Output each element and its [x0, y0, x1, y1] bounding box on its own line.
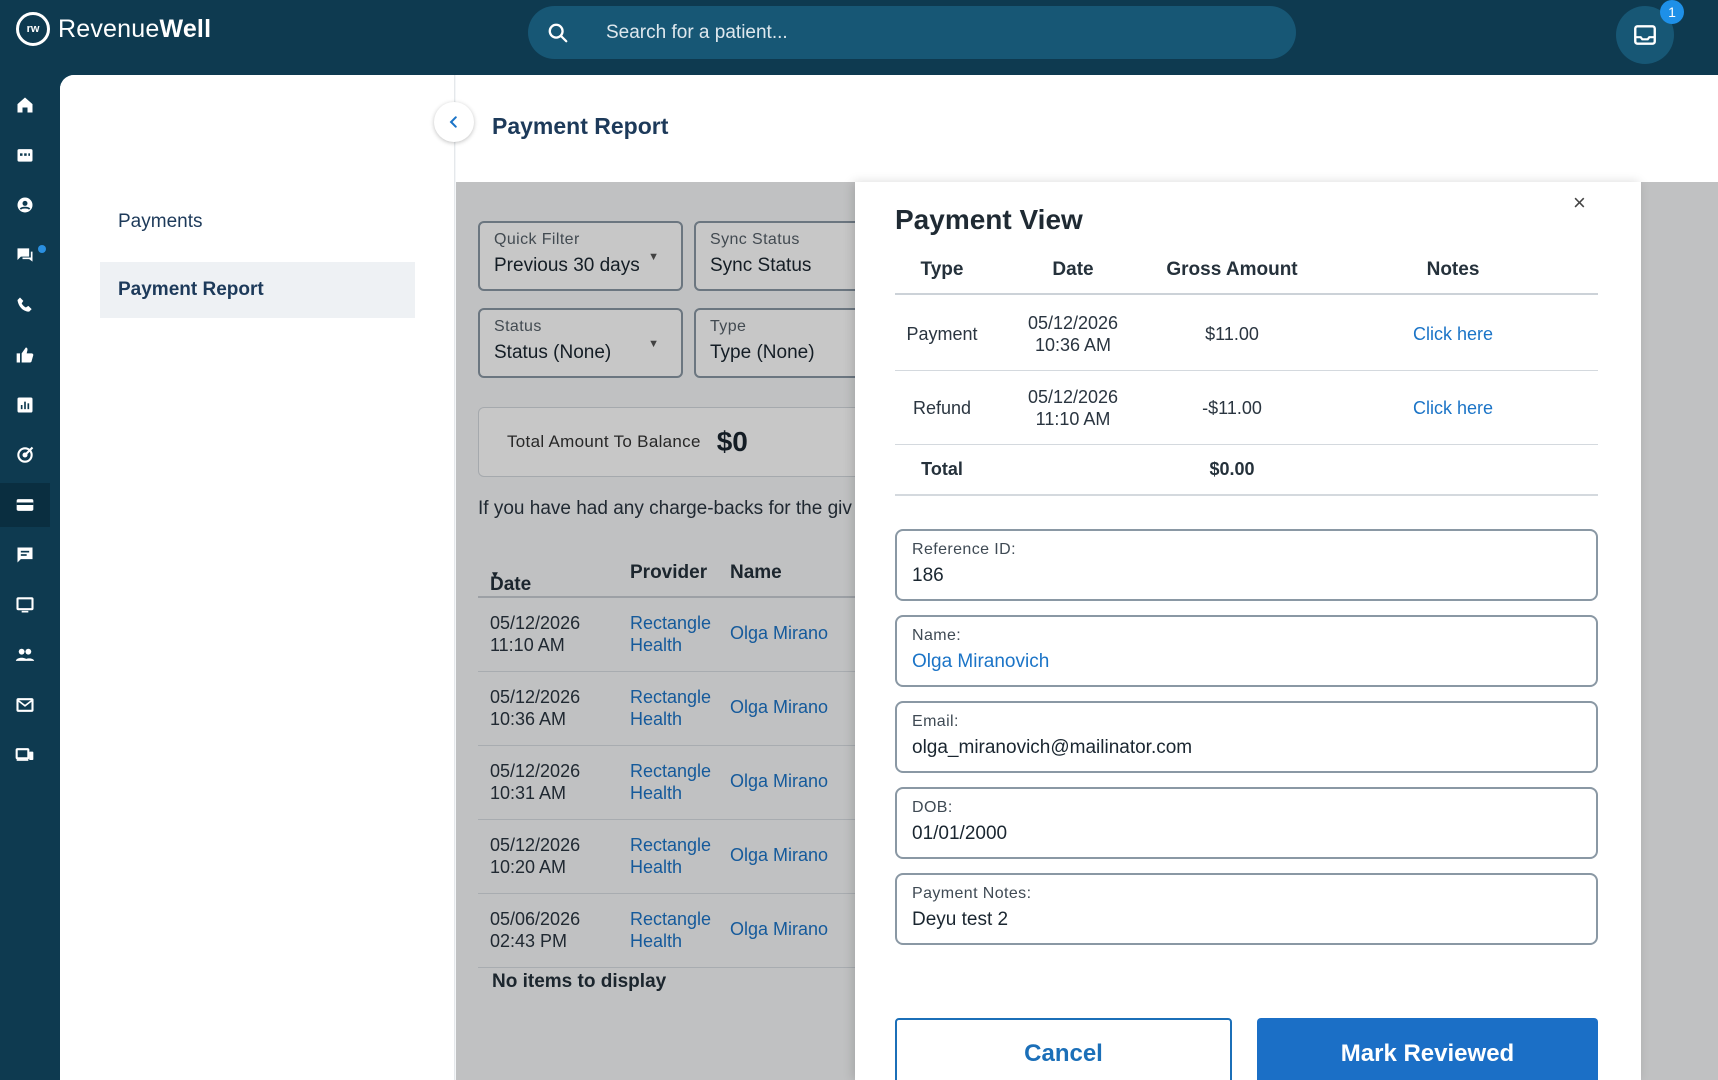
inbox-icon — [1634, 25, 1656, 45]
modal-title: Payment View — [895, 204, 1083, 235]
payment-notes-value: Deyu test 2 — [912, 909, 1009, 930]
search-input[interactable] — [588, 21, 1188, 44]
reference-id-value: 186 — [912, 565, 944, 586]
thumbs-up-icon[interactable] — [0, 333, 50, 377]
mail-icon[interactable] — [0, 683, 50, 727]
page-header: Payment Report — [456, 75, 1718, 182]
payment-gross: -$11.00 — [1202, 398, 1262, 418]
search-icon — [528, 22, 588, 44]
total-value: $0.00 — [1209, 459, 1255, 479]
dob-field: DOB: 01/01/2000 — [895, 787, 1598, 859]
payment-notes-field: Payment Notes: Deyu test 2 — [895, 873, 1598, 945]
payment-table-header: Type Date Gross Amount Notes — [895, 247, 1598, 295]
page-title: Payment Report — [492, 113, 669, 139]
name-label: Name: — [912, 627, 962, 644]
notes-link[interactable]: Click here — [1413, 397, 1493, 419]
payment-row: Payment 05/12/2026 10:36 AM $11.00 Click … — [895, 297, 1598, 371]
column-type: Type — [920, 259, 964, 280]
home-icon[interactable] — [0, 83, 50, 127]
people-icon[interactable] — [0, 633, 50, 677]
payment-date: 05/12/2026 10:36 AM — [1028, 312, 1118, 356]
chat-icon[interactable] — [0, 233, 50, 277]
cancel-button[interactable]: Cancel — [895, 1018, 1232, 1080]
email-value: olga_miranovich@mailinator.com — [912, 737, 1193, 758]
user-icon[interactable] — [0, 183, 50, 227]
patient-name-link[interactable]: Olga Miranovich — [912, 651, 1581, 673]
devices-icon[interactable] — [0, 733, 50, 777]
payment-date-day: 05/12/2026 — [1027, 387, 1119, 407]
brand-bold: Well — [159, 14, 212, 43]
reference-id-field: Reference ID: 186 — [895, 529, 1598, 601]
report-icon[interactable] — [0, 383, 50, 427]
column-date: Date — [1052, 259, 1094, 280]
email-field: Email: olga_miranovich@mailinator.com — [895, 701, 1598, 773]
payment-date: 05/12/2026 11:10 AM — [1028, 386, 1118, 430]
payment-date-day: 05/12/2026 — [1027, 313, 1119, 333]
logo-icon: rw — [16, 12, 50, 46]
notes-link[interactable]: Click here — [1413, 323, 1493, 345]
logo[interactable]: rw RevenueWell — [16, 12, 211, 46]
name-field: Name: Olga Miranovich — [895, 615, 1598, 687]
phone-icon[interactable] — [0, 283, 50, 327]
mark-reviewed-button[interactable]: Mark Reviewed — [1257, 1018, 1598, 1080]
payment-notes-label: Payment Notes: — [912, 885, 1032, 902]
dob-value: 01/01/2000 — [912, 823, 1008, 844]
card-icon[interactable] — [0, 483, 50, 527]
calendar-icon[interactable] — [0, 133, 50, 177]
dob-label: DOB: — [912, 799, 953, 816]
notification-badge: 1 — [1660, 0, 1684, 24]
email-label: Email: — [912, 713, 959, 730]
column-gross-amount: Gross Amount — [1166, 259, 1298, 280]
brand-name: RevenueWell — [58, 15, 211, 44]
reference-id-label: Reference ID: — [912, 541, 1016, 558]
subnav-item-payment-report[interactable]: Payment Report — [100, 262, 415, 318]
payment-type: Refund — [912, 398, 972, 418]
top-bar: rw RevenueWell 1 — [0, 0, 1718, 75]
logo-mark-text: rw — [26, 23, 40, 35]
brand-light: Revenue — [58, 14, 160, 43]
subnav-item-payments[interactable]: Payments — [100, 194, 415, 250]
payment-gross: $11.00 — [1205, 324, 1259, 344]
close-icon[interactable]: × — [1573, 190, 1586, 216]
target-icon[interactable] — [0, 433, 50, 477]
payment-date-time: 10:36 AM — [1034, 335, 1112, 355]
search-bar[interactable] — [528, 6, 1296, 59]
unread-dot — [38, 245, 46, 253]
collapse-sidebar-button[interactable] — [434, 102, 474, 142]
payment-type: Payment — [906, 324, 978, 344]
total-label: Total — [921, 459, 963, 479]
sub-navigation: Payments Payment Report — [60, 75, 455, 1080]
payment-total-row: Total $0.00 — [895, 444, 1598, 496]
screen-icon[interactable] — [0, 583, 50, 627]
column-notes: Notes — [1426, 259, 1480, 280]
message-icon[interactable] — [0, 533, 50, 577]
chevron-left-icon — [449, 116, 457, 128]
payment-date-time: 11:10 AM — [1035, 409, 1111, 429]
left-rail — [0, 75, 60, 1080]
payment-view-modal: × Payment View Type Date Gross Amount No… — [855, 182, 1641, 1080]
payment-row: Refund 05/12/2026 11:10 AM -$11.00 Click … — [895, 371, 1598, 445]
